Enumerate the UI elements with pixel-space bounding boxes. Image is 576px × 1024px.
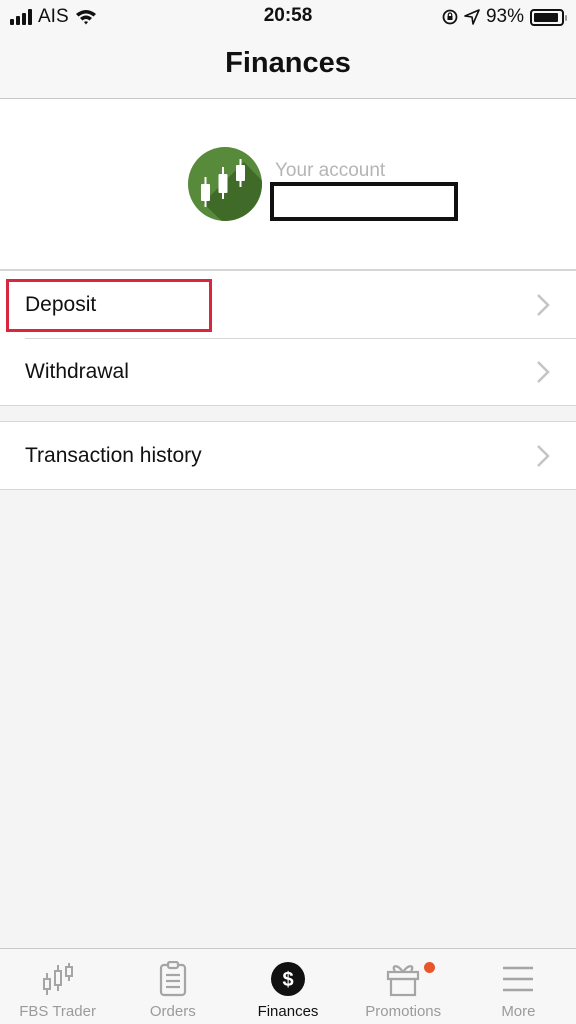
location-icon: [464, 9, 480, 25]
withdrawal-row[interactable]: Withdrawal: [0, 338, 576, 405]
menu-group-history: Transaction history: [0, 421, 576, 490]
tab-promotions[interactable]: Promotions: [346, 949, 461, 1024]
chevron-right-icon: [537, 294, 550, 316]
tab-label: More: [501, 1003, 536, 1020]
tab-label: FBS Trader: [19, 1003, 96, 1020]
account-number-redacted: [270, 182, 458, 221]
orientation-lock-icon: [442, 9, 458, 25]
battery-percent: 93%: [485, 6, 524, 27]
tab-finances[interactable]: $ Finances: [230, 949, 345, 1024]
tab-label: Promotions: [365, 1003, 442, 1020]
page-title: Finances: [225, 47, 351, 79]
withdrawal-label: Withdrawal: [25, 359, 129, 383]
transaction-history-label: Transaction history: [25, 443, 202, 467]
tab-more[interactable]: More: [461, 949, 576, 1024]
account-label: Your account: [275, 160, 386, 181]
tab-orders[interactable]: Orders: [115, 949, 230, 1024]
tab-bar: FBS Trader Orders $ Finances Promotions: [0, 948, 576, 1024]
battery-icon: [530, 8, 567, 26]
account-section: Your account: [0, 99, 576, 270]
nav-bar: Finances: [0, 34, 576, 99]
deposit-highlight-box: [6, 279, 212, 332]
promotions-badge-dot: [424, 962, 435, 973]
transaction-history-row[interactable]: Transaction history: [0, 422, 576, 489]
clipboard-icon: [159, 961, 186, 997]
status-bar: AIS 20:58 93%: [0, 0, 576, 34]
candlestick-icon: [42, 963, 73, 995]
dollar-icon: $: [271, 962, 305, 996]
tab-fbs-trader[interactable]: FBS Trader: [0, 949, 115, 1024]
account-avatar: [188, 147, 262, 221]
menu-group-funds: Deposit Withdrawal: [0, 270, 576, 406]
tab-label: Orders: [149, 1003, 196, 1020]
menu-icon: [503, 966, 534, 992]
candlestick-icon: [201, 159, 262, 221]
deposit-row[interactable]: Deposit: [0, 271, 576, 338]
gift-icon: [387, 965, 420, 997]
svg-text:$: $: [282, 969, 293, 991]
chevron-right-icon: [537, 445, 550, 467]
chevron-right-icon: [537, 361, 550, 383]
tab-label: Finances: [257, 1003, 319, 1020]
status-right: 93%: [442, 6, 567, 28]
